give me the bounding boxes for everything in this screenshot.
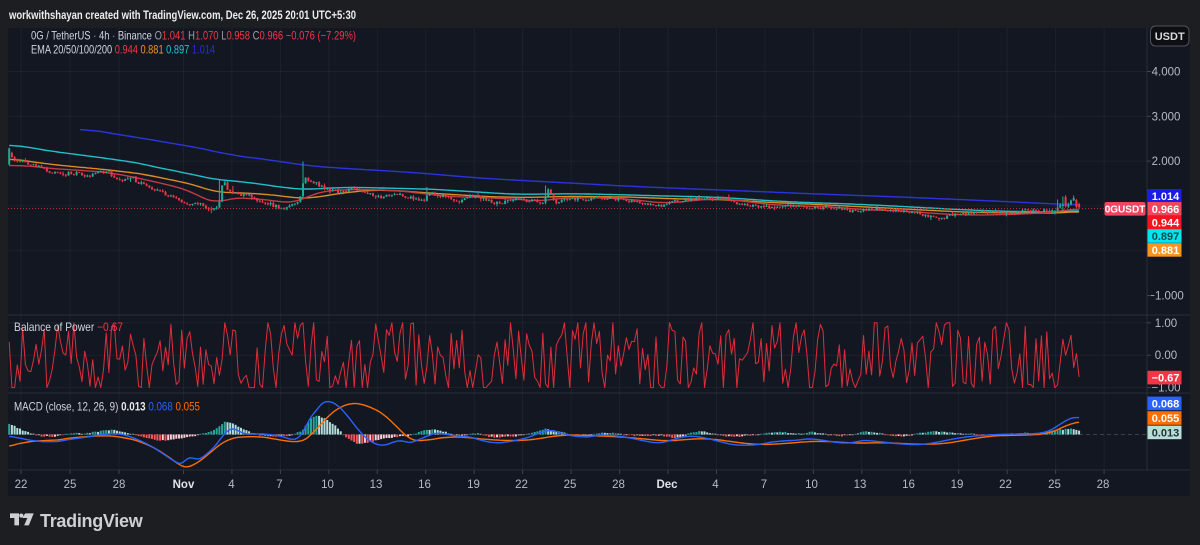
svg-text:13: 13 bbox=[854, 479, 867, 491]
svg-text:MACD (close, 12, 26, 9) 0.013: MACD (close, 12, 26, 9) 0.013 0.068 0.05… bbox=[14, 400, 200, 414]
svg-text:7: 7 bbox=[761, 479, 767, 491]
svg-text:4: 4 bbox=[228, 479, 235, 491]
svg-text:4: 4 bbox=[712, 479, 719, 491]
svg-text:0.013: 0.013 bbox=[1152, 427, 1180, 439]
svg-text:Nov: Nov bbox=[173, 479, 195, 491]
svg-text:13: 13 bbox=[370, 479, 383, 491]
svg-text:16: 16 bbox=[902, 479, 915, 491]
svg-text:2.000: 2.000 bbox=[1152, 156, 1181, 168]
svg-text:28: 28 bbox=[1097, 479, 1110, 491]
svg-text:USDT: USDT bbox=[1155, 31, 1185, 43]
svg-text:Dec: Dec bbox=[656, 479, 678, 491]
svg-text:0.068: 0.068 bbox=[1152, 398, 1180, 410]
svg-text:0.00: 0.00 bbox=[1155, 350, 1177, 362]
svg-text:4.000: 4.000 bbox=[1152, 67, 1181, 79]
svg-text:7: 7 bbox=[276, 479, 282, 491]
svg-text:−1.000: −1.000 bbox=[1148, 291, 1184, 303]
svg-text:0.897: 0.897 bbox=[1152, 231, 1180, 243]
svg-text:0GUSDT: 0GUSDT bbox=[1105, 205, 1146, 216]
svg-text:16: 16 bbox=[418, 479, 431, 491]
svg-text:10: 10 bbox=[321, 479, 334, 491]
svg-text:workwithshayan created with Tr: workwithshayan created with TradingView.… bbox=[8, 8, 356, 22]
svg-text:1.014: 1.014 bbox=[1152, 191, 1180, 203]
svg-text:TradingView: TradingView bbox=[40, 511, 144, 531]
svg-text:0.944: 0.944 bbox=[1152, 218, 1180, 230]
svg-text:25: 25 bbox=[64, 479, 77, 491]
svg-text:0.966: 0.966 bbox=[1152, 204, 1180, 216]
svg-text:25: 25 bbox=[564, 479, 577, 491]
svg-text:Balance of Power −0.67: Balance of Power −0.67 bbox=[14, 320, 123, 334]
svg-text:28: 28 bbox=[612, 479, 625, 491]
svg-text:1.00: 1.00 bbox=[1155, 318, 1177, 330]
svg-text:19: 19 bbox=[951, 479, 964, 491]
svg-text:28: 28 bbox=[113, 479, 126, 491]
svg-text:10: 10 bbox=[805, 479, 818, 491]
svg-text:0.881: 0.881 bbox=[1152, 245, 1180, 257]
svg-text:25: 25 bbox=[1048, 479, 1061, 491]
svg-text:0.055: 0.055 bbox=[1152, 413, 1180, 425]
svg-text:3.000: 3.000 bbox=[1152, 111, 1181, 123]
svg-text:22: 22 bbox=[15, 479, 28, 491]
svg-text:EMA 20/50/100/200 0.944 0.881: EMA 20/50/100/200 0.944 0.881 0.897 1.01… bbox=[31, 43, 215, 57]
svg-text:0G / TetherUS · 4h · Binance: 0G / TetherUS · 4h · Binance O1.041 H1.0… bbox=[31, 29, 356, 43]
svg-text:22: 22 bbox=[515, 479, 528, 491]
svg-text:19: 19 bbox=[467, 479, 480, 491]
svg-text:−0.67: −0.67 bbox=[1152, 373, 1180, 385]
svg-text:22: 22 bbox=[999, 479, 1012, 491]
